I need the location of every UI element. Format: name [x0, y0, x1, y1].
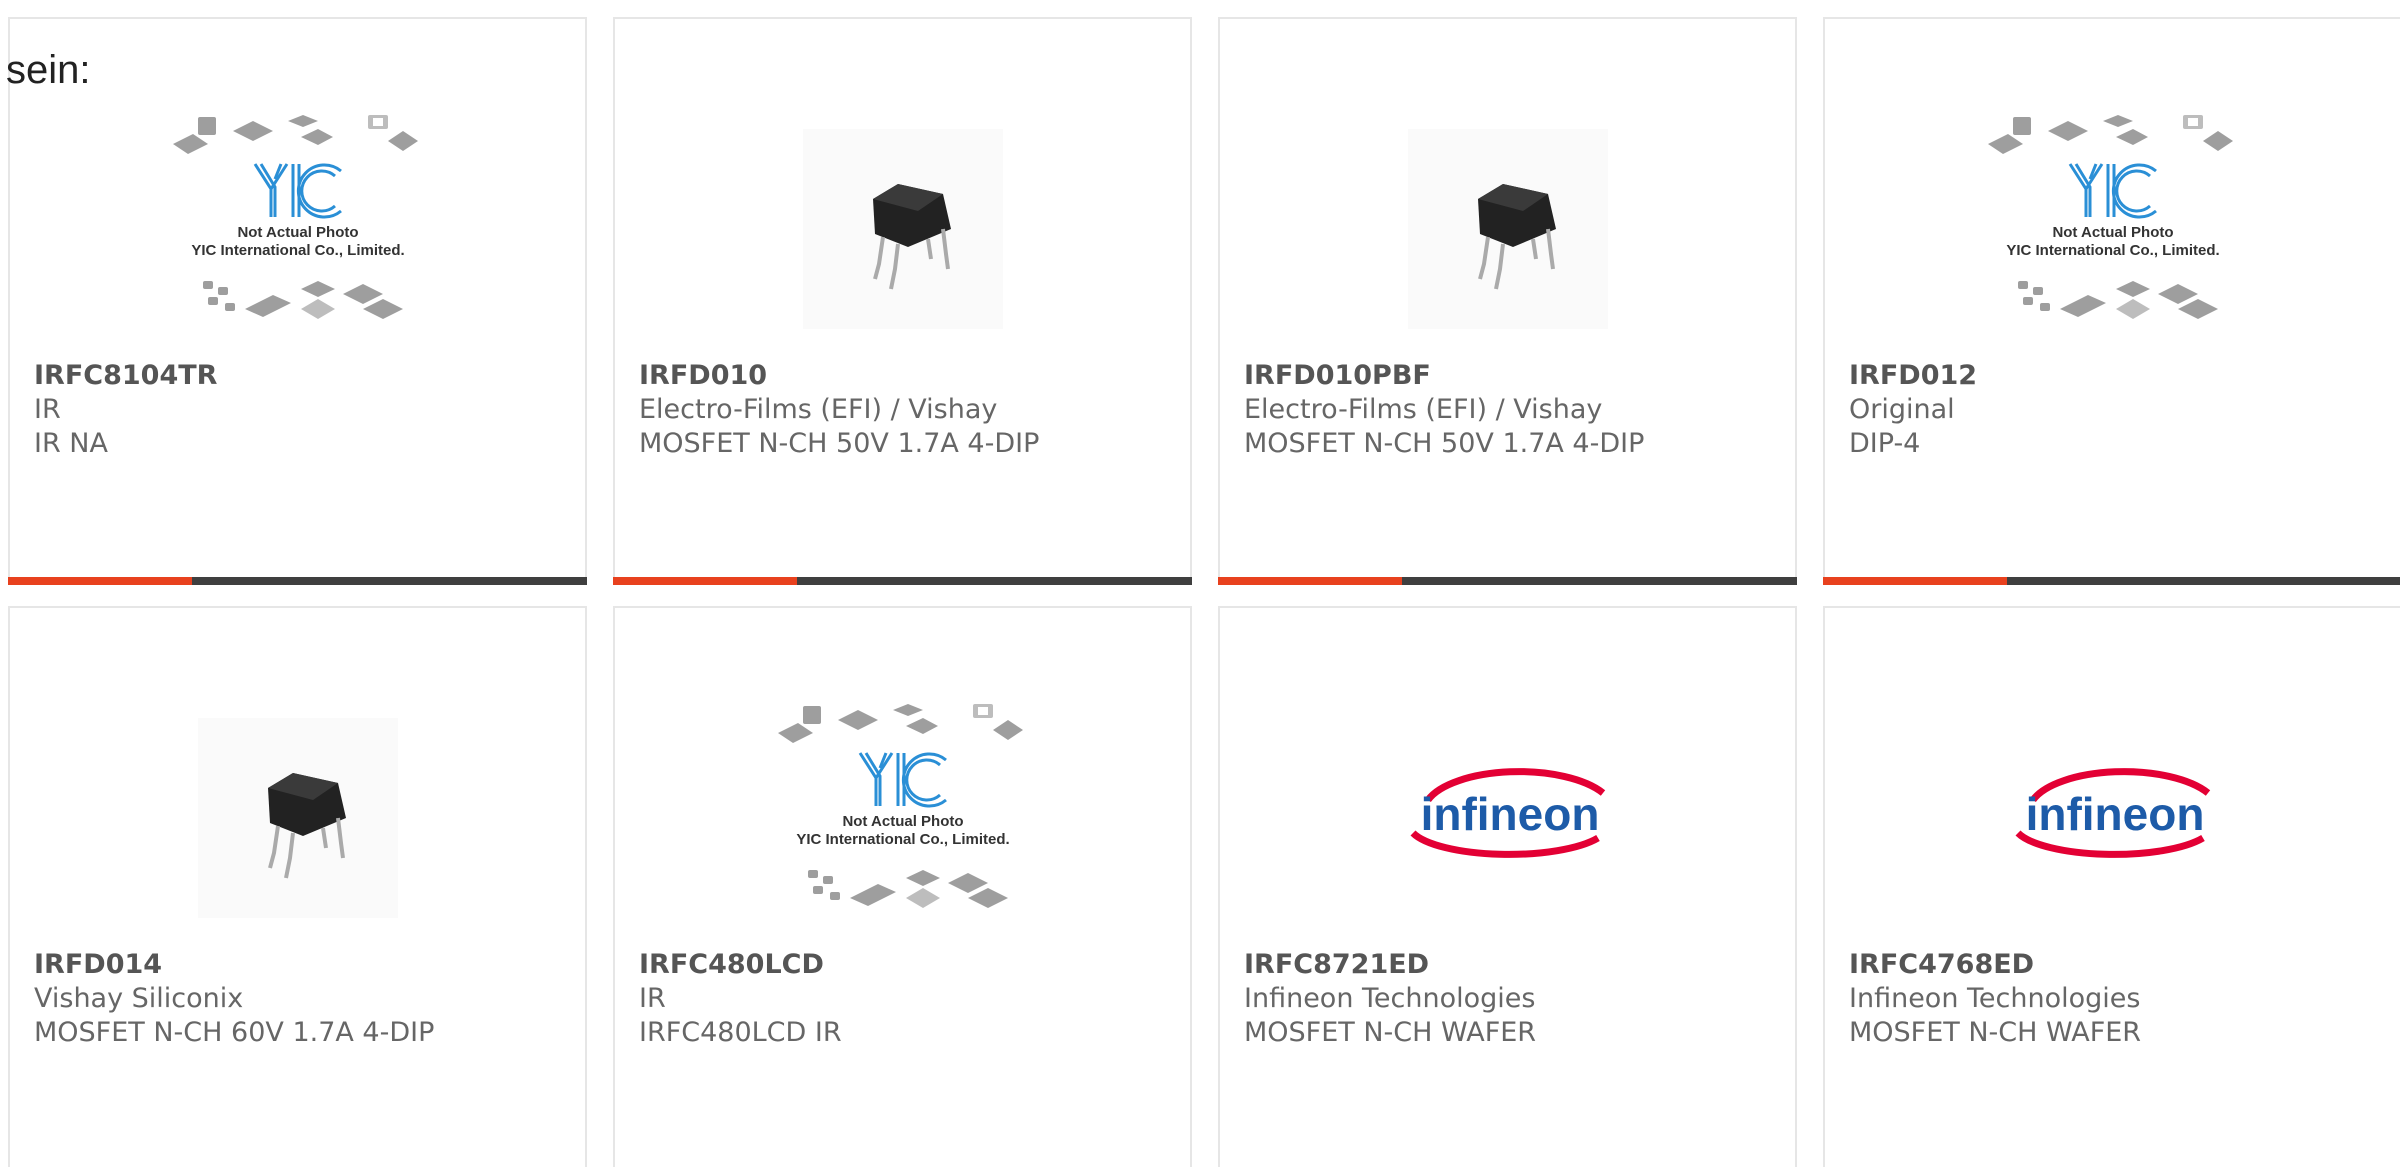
- infineon-logo-text: infineon: [2025, 788, 2204, 840]
- card-hover-bar-accent: [1823, 577, 2007, 585]
- product-image[interactable]: [615, 94, 1190, 364]
- placeholder-photo-icon: Not Actual Photo YIC International Co., …: [172, 115, 418, 319]
- product-part-number[interactable]: IRFC8721ED: [1244, 948, 1775, 982]
- product-part-number[interactable]: IRFC8104TR: [34, 359, 565, 393]
- product-part-number[interactable]: IRFD010PBF: [1244, 359, 1775, 393]
- placeholder-caption-line2: YIC International Co., Limited.: [796, 831, 1009, 848]
- card-hover-bar: [8, 577, 587, 585]
- product-image[interactable]: infineon: [1825, 683, 2400, 953]
- dip-package-photo: [1407, 129, 1608, 329]
- placeholder-caption-line1: Not Actual Photo: [2052, 224, 2173, 241]
- product-part-number[interactable]: IRFC4768ED: [1849, 948, 2380, 982]
- product-image[interactable]: infineon: [1220, 683, 1795, 953]
- product-manufacturer: IR: [639, 983, 666, 1014]
- product-listing-page: sein: Not Actual Photo YIC International…: [0, 0, 2400, 1167]
- product-card[interactable]: IRFD010 Electro-Films (EFI) / Vishay MOSFE…: [613, 17, 1192, 585]
- product-manufacturer: Vishay Siliconix: [34, 983, 244, 1014]
- product-description: MOSFET N-CH 60V 1.7A 4-DIP: [34, 1017, 435, 1048]
- product-part-number[interactable]: IRFC480LCD: [639, 948, 1170, 982]
- infineon-logo-text: infineon: [1420, 788, 1599, 840]
- product-description: IRFC480LCD IR: [639, 1017, 842, 1048]
- product-part-number[interactable]: IRFD010: [639, 359, 1170, 393]
- card-hover-bar-accent: [8, 577, 192, 585]
- product-description: MOSFET N-CH 50V 1.7A 4-DIP: [1244, 428, 1645, 459]
- placeholder-photo-icon: Not Actual Photo YIC International Co., …: [1987, 115, 2233, 319]
- product-description: MOSFET N-CH WAFER: [1849, 1017, 2142, 1048]
- card-hover-bar-accent: [613, 577, 797, 585]
- product-card[interactable]: Not Actual Photo YIC International Co., …: [8, 17, 587, 585]
- product-grid: Not Actual Photo YIC International Co., …: [8, 17, 2400, 1167]
- product-description: DIP-4: [1849, 428, 1921, 459]
- product-card[interactable]: Not Actual Photo YIC International Co., …: [1823, 17, 2400, 585]
- infineon-logo-icon: infineon: [2015, 768, 2210, 858]
- product-info: IRFD012 Original DIP-4: [1849, 359, 2380, 461]
- product-image[interactable]: [10, 683, 585, 953]
- product-image[interactable]: Not Actual Photo YIC International Co., …: [10, 94, 585, 364]
- product-info: IRFD010PBF Electro-Films (EFI) / Vishay MO…: [1244, 359, 1775, 461]
- product-card[interactable]: infineon IRFC8721ED Infineon Technologies…: [1218, 606, 1797, 1167]
- product-description: MOSFET N-CH WAFER: [1244, 1017, 1537, 1048]
- card-hover-bar: [613, 577, 1192, 585]
- product-info: IRFC480LCD IR IRFC480LCD IR: [639, 948, 1170, 1050]
- product-info: IRFC4768ED Infineon Technologies MOSFET N-…: [1849, 948, 2380, 1050]
- card-hover-bar-accent: [1218, 577, 1402, 585]
- product-info: IRFC8104TR IR IR NA: [34, 359, 565, 461]
- product-info: IRFD010 Electro-Films (EFI) / Vishay MOSFE…: [639, 359, 1170, 461]
- product-image[interactable]: Not Actual Photo YIC International Co., …: [1825, 94, 2400, 364]
- product-description: MOSFET N-CH 50V 1.7A 4-DIP: [639, 428, 1040, 459]
- placeholder-caption-line2: YIC International Co., Limited.: [191, 242, 404, 259]
- product-part-number[interactable]: IRFD012: [1849, 359, 2380, 393]
- dip-package-photo: [802, 129, 1003, 329]
- product-info: IRFD014 Vishay Siliconix MOSFET N-CH 60V 1…: [34, 948, 565, 1050]
- dip-package-photo: [197, 718, 398, 918]
- placeholder-photo-icon: Not Actual Photo YIC International Co., …: [777, 704, 1023, 908]
- infineon-logo-icon: infineon: [1410, 768, 1605, 858]
- product-image[interactable]: Not Actual Photo YIC International Co., …: [615, 683, 1190, 953]
- placeholder-caption-line2: YIC International Co., Limited.: [2006, 242, 2219, 259]
- placeholder-caption-line1: Not Actual Photo: [842, 813, 963, 830]
- card-hover-bar: [1823, 577, 2400, 585]
- product-card[interactable]: Not Actual Photo YIC International Co., …: [613, 606, 1192, 1167]
- product-image[interactable]: [1220, 94, 1795, 364]
- product-manufacturer: IR: [34, 394, 61, 425]
- product-card[interactable]: infineon IRFC4768ED Infineon Technologies…: [1823, 606, 2400, 1167]
- product-description: IR NA: [34, 428, 108, 459]
- product-part-number[interactable]: IRFD014: [34, 948, 565, 982]
- product-card[interactable]: IRFD014 Vishay Siliconix MOSFET N-CH 60V 1…: [8, 606, 587, 1167]
- product-manufacturer: Electro-Films (EFI) / Vishay: [639, 394, 998, 425]
- product-manufacturer: Infineon Technologies: [1244, 983, 1536, 1014]
- product-manufacturer: Electro-Films (EFI) / Vishay: [1244, 394, 1603, 425]
- product-card[interactable]: IRFD010PBF Electro-Films (EFI) / Vishay MO…: [1218, 17, 1797, 585]
- product-manufacturer: Infineon Technologies: [1849, 983, 2141, 1014]
- placeholder-caption-line1: Not Actual Photo: [237, 224, 358, 241]
- intro-text: sein:: [6, 48, 91, 92]
- product-info: IRFC8721ED Infineon Technologies MOSFET N-…: [1244, 948, 1775, 1050]
- card-hover-bar: [1218, 577, 1797, 585]
- product-manufacturer: Original: [1849, 394, 1955, 425]
